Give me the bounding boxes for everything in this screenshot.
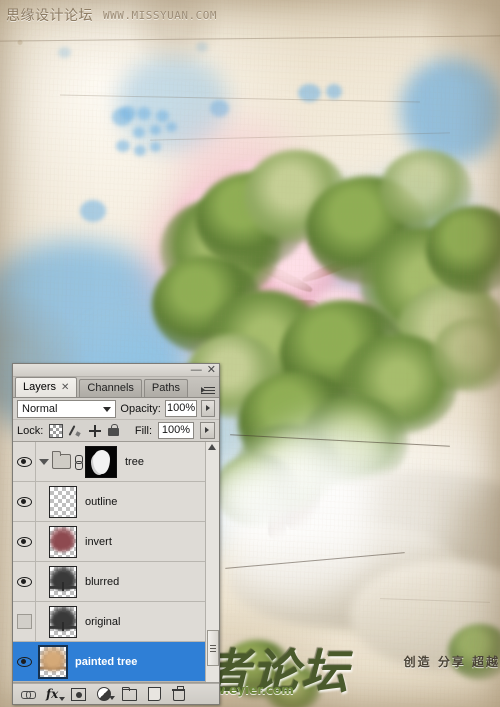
layer-visibility-toggle[interactable] (13, 522, 36, 561)
forum-url-text: WWW.MISSYUAN.COM (103, 8, 217, 22)
layer-visibility-toggle[interactable] (13, 442, 36, 481)
eye-icon (16, 656, 32, 667)
layer-visibility-toggle[interactable] (13, 482, 36, 521)
opacity-input[interactable]: 100% (164, 400, 198, 417)
minimize-icon[interactable]: — (191, 364, 202, 376)
layer-style-fx-icon[interactable]: fx (46, 687, 65, 701)
eye-icon (16, 496, 32, 507)
blend-mode-value: Normal (22, 402, 58, 415)
layer-thumbnail[interactable] (38, 644, 68, 679)
panel-titlebar: — ✕ (13, 364, 219, 377)
fill-label: Fill: (134, 424, 152, 437)
opacity-label: Opacity: (120, 402, 161, 415)
layer-visibility-toggle[interactable] (13, 602, 36, 641)
close-icon[interactable]: ✕ (207, 364, 216, 376)
table-row[interactable]: blurred (13, 562, 219, 602)
link-layers-icon[interactable] (21, 687, 36, 701)
panel-tabstrip: Layers ✕ Channels Paths (13, 377, 219, 398)
eye-off-icon (16, 614, 32, 629)
layers-panel[interactable]: — ✕ Layers ✕ Channels Paths Normal Opacit… (12, 363, 220, 705)
layer-name-label: invert (85, 535, 112, 548)
layer-thumbnail[interactable] (49, 485, 77, 518)
tab-paths[interactable]: Paths (143, 379, 189, 397)
layer-list-scrollbar[interactable] (205, 442, 219, 682)
opacity-slider-button[interactable] (201, 400, 215, 417)
top-watermark: 思缘设计论坛 WWW.MISSYUAN.COM (0, 0, 500, 30)
tab-channels-label: Channels (87, 382, 134, 394)
table-row[interactable]: tree (13, 442, 219, 482)
layer-mask-thumbnail[interactable] (85, 445, 117, 478)
layer-visibility-toggle[interactable] (13, 642, 36, 681)
forum-name-text: 思缘设计论坛 (6, 8, 93, 24)
layer-thumbnail[interactable] (49, 605, 77, 638)
table-row[interactable]: invert (13, 522, 219, 562)
layer-name-label: painted tree (75, 655, 138, 668)
table-row[interactable]: original (13, 602, 219, 642)
layer-name-label: tree (125, 455, 144, 468)
lock-transparent-pixels-icon[interactable] (49, 423, 64, 438)
chevron-down-icon (103, 406, 112, 412)
scrollbar-thumb[interactable] (207, 630, 219, 666)
tab-layers[interactable]: Layers ✕ (15, 377, 78, 397)
window-buttons: — ✕ (191, 364, 216, 376)
add-layer-mask-icon[interactable] (71, 688, 86, 701)
delete-layer-icon[interactable] (172, 686, 185, 701)
panel-menu-icon[interactable] (201, 384, 215, 396)
new-group-icon[interactable] (121, 686, 137, 701)
link-icon[interactable] (74, 454, 83, 470)
scroll-up-arrow-icon[interactable] (208, 444, 216, 450)
layer-visibility-toggle[interactable] (13, 562, 36, 601)
fill-input[interactable]: 100% (158, 422, 194, 439)
folder-icon (52, 451, 71, 469)
lock-icon-group (49, 423, 120, 438)
blend-mode-row: Normal Opacity: 100% (13, 398, 219, 420)
lock-label: Lock: (17, 424, 44, 437)
table-row[interactable]: outline (13, 482, 219, 522)
new-adjustment-layer-icon[interactable] (97, 687, 115, 701)
lock-row: Lock: Fill: 100% (13, 420, 219, 442)
new-layer-icon[interactable] (148, 687, 161, 701)
layers-panel-footer: fx (13, 683, 219, 704)
lock-image-pixels-icon[interactable] (70, 425, 82, 437)
tab-paths-label: Paths (151, 382, 181, 394)
eye-icon (16, 576, 32, 587)
layer-thumbnail[interactable] (49, 525, 77, 558)
eye-icon (16, 536, 32, 547)
eye-icon (16, 456, 32, 467)
tab-layers-label: Layers (23, 381, 57, 393)
fill-slider-button[interactable] (200, 422, 215, 439)
layer-thumbnail[interactable] (49, 565, 77, 598)
tab-layers-close-icon[interactable]: ✕ (61, 382, 69, 393)
layer-list[interactable]: tree outline invert blurred original pai… (13, 442, 219, 683)
table-row[interactable]: painted tree (13, 642, 219, 682)
tab-channels[interactable]: Channels (79, 379, 142, 397)
layer-name-label: original (85, 615, 121, 628)
lock-all-icon[interactable] (108, 423, 120, 436)
layer-name-label: blurred (85, 575, 120, 588)
group-disclosure-triangle-icon[interactable] (36, 458, 52, 465)
blend-mode-select[interactable]: Normal (17, 399, 117, 418)
lock-position-icon[interactable] (89, 424, 102, 437)
layer-name-label: outline (85, 495, 118, 508)
